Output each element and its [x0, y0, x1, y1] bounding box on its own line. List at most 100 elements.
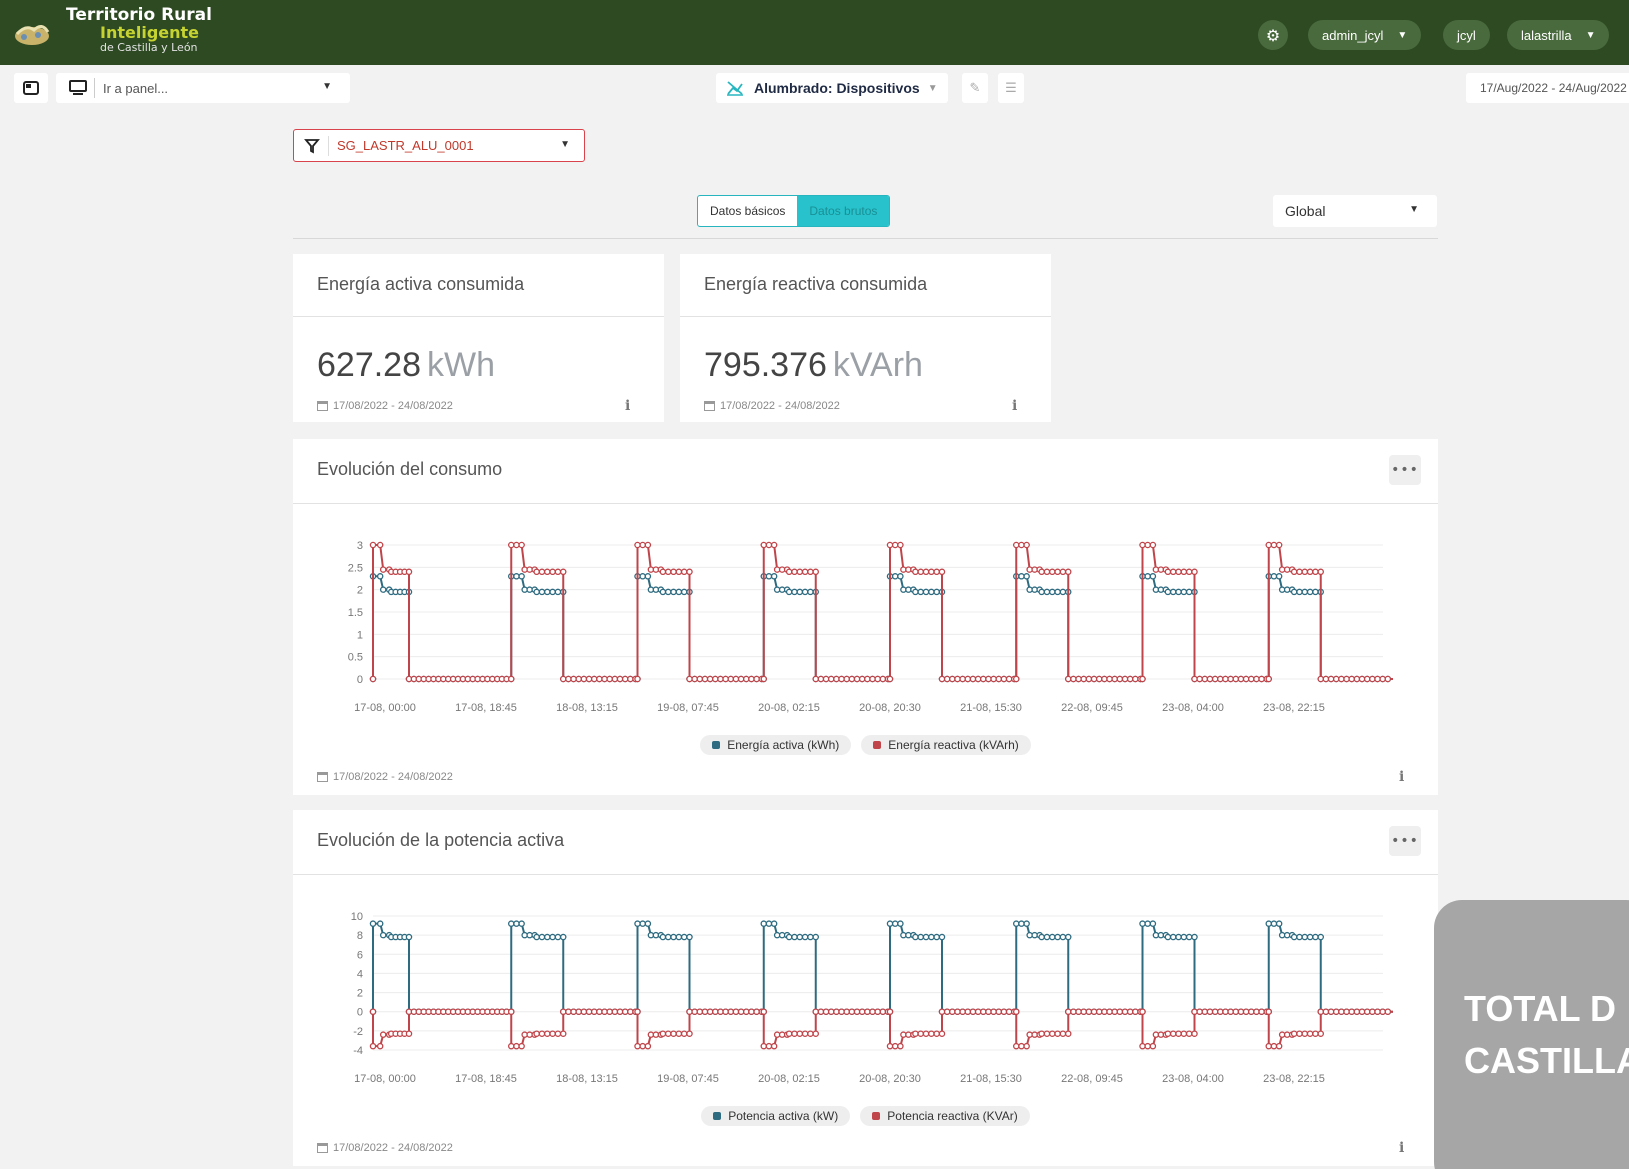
- data-point: [680, 568, 688, 576]
- legend-item-active[interactable]: Energía activa (kWh): [700, 735, 852, 755]
- data-point: [513, 1042, 520, 1050]
- data-point: [1090, 675, 1098, 683]
- data-point: [1379, 1008, 1386, 1015]
- dashboard-selector[interactable]: Alumbrado: Dispositivos ▼: [716, 73, 948, 103]
- data-point: [1095, 675, 1103, 683]
- data-point: [1144, 1042, 1151, 1050]
- brand[interactable]: Territorio Rural Inteligente de Castilla…: [66, 6, 212, 54]
- data-point: [518, 920, 525, 927]
- data-point: [796, 1030, 804, 1037]
- data-point: [1005, 675, 1013, 683]
- data-point: [664, 1030, 672, 1037]
- info-icon[interactable]: i: [1399, 769, 1404, 785]
- data-point: [1043, 1030, 1051, 1037]
- data-point: [533, 1030, 540, 1037]
- user-menu[interactable]: admin_jcyl ▼: [1308, 20, 1422, 50]
- data-point: [570, 1008, 577, 1015]
- device-filter[interactable]: SG_LASTR_ALU_0001 ▼: [293, 129, 585, 162]
- data-point: [1185, 588, 1193, 596]
- data-point: [891, 1042, 899, 1050]
- data-point: [717, 1008, 724, 1015]
- data-point: [917, 588, 924, 596]
- legend-item-reactive[interactable]: Energía reactiva (kVArh): [861, 735, 1031, 755]
- data-point: [1363, 1008, 1371, 1015]
- data-point: [760, 1008, 767, 1015]
- legend-item-active[interactable]: Potencia activa (kW): [701, 1106, 851, 1126]
- data-point: [376, 541, 384, 549]
- raw-data-tab[interactable]: Datos brutos: [797, 196, 890, 226]
- energy-chart-card: Evolución del consumo ••• 0 0.5 1 1.5 2 2.5 3 1…: [293, 439, 1438, 795]
- more-options-button[interactable]: •••: [1389, 826, 1421, 856]
- settings-button[interactable]: ⚙: [1258, 20, 1288, 50]
- legend-item-reactive[interactable]: Potencia reactiva (KVAr): [860, 1106, 1030, 1126]
- data-point: [596, 675, 603, 683]
- scope-select[interactable]: Global ▼: [1273, 195, 1437, 227]
- info-icon[interactable]: i: [625, 398, 630, 414]
- x-tick-label: 22-08, 09:45: [1061, 1073, 1123, 1085]
- data-point: [1023, 541, 1030, 549]
- data-point: [753, 675, 760, 683]
- data-point: [1222, 675, 1229, 683]
- data-point: [1169, 568, 1177, 576]
- info-icon[interactable]: i: [1012, 398, 1017, 414]
- data-point: [1306, 1030, 1314, 1037]
- sidebar-toggle-button[interactable]: [14, 73, 48, 103]
- data-point: [812, 1030, 820, 1037]
- data-point: [1296, 933, 1303, 941]
- logo-icon: [15, 25, 50, 45]
- data-point: [1132, 675, 1139, 683]
- data-point: [938, 933, 946, 941]
- data-point: [575, 1008, 582, 1015]
- data-point: [659, 588, 667, 596]
- caret-down-icon: ▼: [1585, 29, 1596, 41]
- data-point: [1175, 568, 1182, 576]
- calendar-icon: [317, 401, 328, 411]
- panel-selector[interactable]: Ir a panel... ▼: [56, 73, 350, 103]
- data-point: [686, 1030, 693, 1037]
- data-point: [518, 1042, 525, 1050]
- data-point: [1296, 1030, 1303, 1037]
- data-point: [933, 568, 940, 576]
- data-point: [549, 933, 556, 941]
- gear-icon: ⚙: [1265, 25, 1281, 45]
- data-point: [1059, 933, 1067, 941]
- x-tick-label: 17-08, 18:45: [455, 702, 517, 714]
- data-point: [1013, 541, 1020, 549]
- data-point: [1343, 1008, 1350, 1015]
- data-point: [639, 920, 646, 927]
- data-point: [606, 1008, 613, 1015]
- data-point: [1132, 1008, 1139, 1015]
- data-point: [1232, 675, 1240, 683]
- data-point: [686, 933, 693, 941]
- data-point: [379, 1031, 387, 1038]
- date-range-picker[interactable]: 17/Aug/2022 - 24/Aug/2022: [1466, 73, 1629, 103]
- data-point: [980, 675, 987, 683]
- data-point: [670, 933, 677, 941]
- data-point: [1180, 1030, 1188, 1037]
- data-point: [1111, 675, 1118, 683]
- site-menu[interactable]: lalastrilla ▼: [1507, 20, 1610, 50]
- data-point: [1164, 568, 1172, 576]
- more-icon: •••: [1391, 462, 1419, 478]
- data-point: [1185, 1030, 1193, 1037]
- info-icon[interactable]: i: [1399, 1140, 1404, 1156]
- data-point: [1038, 1030, 1045, 1037]
- data-point: [760, 920, 767, 927]
- data-point: [1265, 920, 1273, 927]
- data-point: [1306, 933, 1314, 941]
- edit-button[interactable]: ✎: [962, 73, 988, 103]
- data-point: [922, 933, 930, 941]
- basic-data-tab[interactable]: Datos básicos: [698, 196, 797, 226]
- data-point: [748, 1008, 755, 1015]
- more-options-button[interactable]: •••: [1389, 455, 1421, 485]
- data-point: [990, 1008, 997, 1015]
- data-point: [616, 675, 624, 683]
- x-tick-label: 20-08, 02:15: [758, 1073, 820, 1085]
- data-point: [928, 588, 935, 596]
- list-button[interactable]: ☰: [998, 73, 1024, 103]
- tenant-button[interactable]: jcyl: [1443, 20, 1490, 50]
- y-tick-label: 4: [357, 968, 363, 980]
- data-point: [1191, 675, 1198, 683]
- data-point: [507, 541, 515, 549]
- data-point: [1353, 675, 1361, 683]
